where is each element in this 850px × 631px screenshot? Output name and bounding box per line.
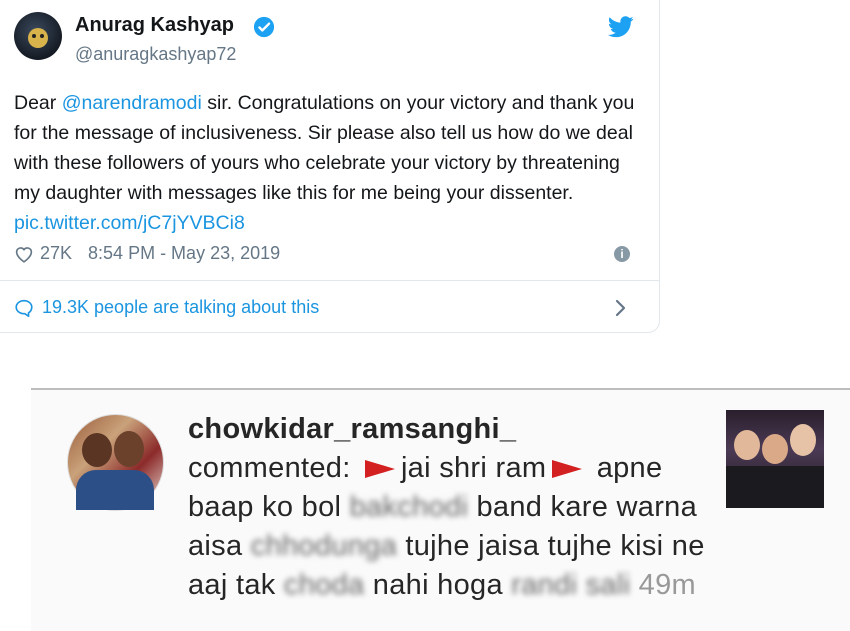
pic-link[interactable]: pic.twitter.com/jC7jYVBCi8 — [14, 212, 245, 234]
flag-emoji-icon — [364, 460, 395, 479]
comment-seg-1: jai shri ram — [400, 452, 547, 484]
like-count[interactable]: 27K — [40, 243, 72, 264]
blurred-word: choda — [283, 569, 365, 601]
instagram-comment-card: chowkidar_ramsanghi_ commented: jai shri… — [31, 388, 850, 631]
comment-seg-5: nahi hoga — [372, 569, 503, 601]
verified-badge-icon — [253, 16, 275, 38]
comment-time: 49m — [638, 569, 696, 601]
talking-link[interactable]: 19.3K people are talking about this — [14, 297, 319, 318]
divider — [0, 280, 660, 281]
tweet-text-start: Dear — [14, 92, 62, 114]
chevron-right-icon[interactable] — [614, 298, 628, 318]
flag-emoji-icon — [552, 460, 583, 479]
blurred-word: chhodunga — [250, 530, 397, 562]
heart-icon[interactable] — [14, 245, 34, 263]
twitter-bird-icon[interactable] — [608, 16, 634, 38]
info-icon[interactable]: i — [614, 246, 630, 262]
comment-text: chowkidar_ramsanghi_ commented: jai shri… — [188, 410, 728, 605]
post-thumbnail[interactable] — [726, 410, 824, 508]
blurred-word: bakchodi — [349, 491, 469, 523]
author-handle[interactable]: @anuragkashyap72 — [75, 44, 236, 65]
commented-label: commented: — [188, 452, 351, 484]
talking-text[interactable]: 19.3K people are talking about this — [42, 297, 319, 318]
commenter-username[interactable]: chowkidar_ramsanghi_ — [188, 413, 516, 445]
blurred-word: randi sali — [511, 569, 631, 601]
author-name[interactable]: Anurag Kashyap — [75, 14, 234, 37]
commenter-avatar[interactable] — [67, 414, 164, 511]
speech-bubble-icon — [15, 299, 33, 317]
author-avatar[interactable] — [14, 12, 62, 60]
tweet-text: Dear @narendramodi sir. Congratulations … — [14, 88, 644, 238]
mention-link[interactable]: @narendramodi — [62, 92, 202, 114]
tweet-card: Anurag Kashyap @anuragkashyap72 Dear @na… — [0, 0, 660, 333]
tweet-meta: 27K 8:54 PM - May 23, 2019 — [14, 243, 280, 264]
tweet-timestamp[interactable]: 8:54 PM - May 23, 2019 — [88, 243, 280, 264]
